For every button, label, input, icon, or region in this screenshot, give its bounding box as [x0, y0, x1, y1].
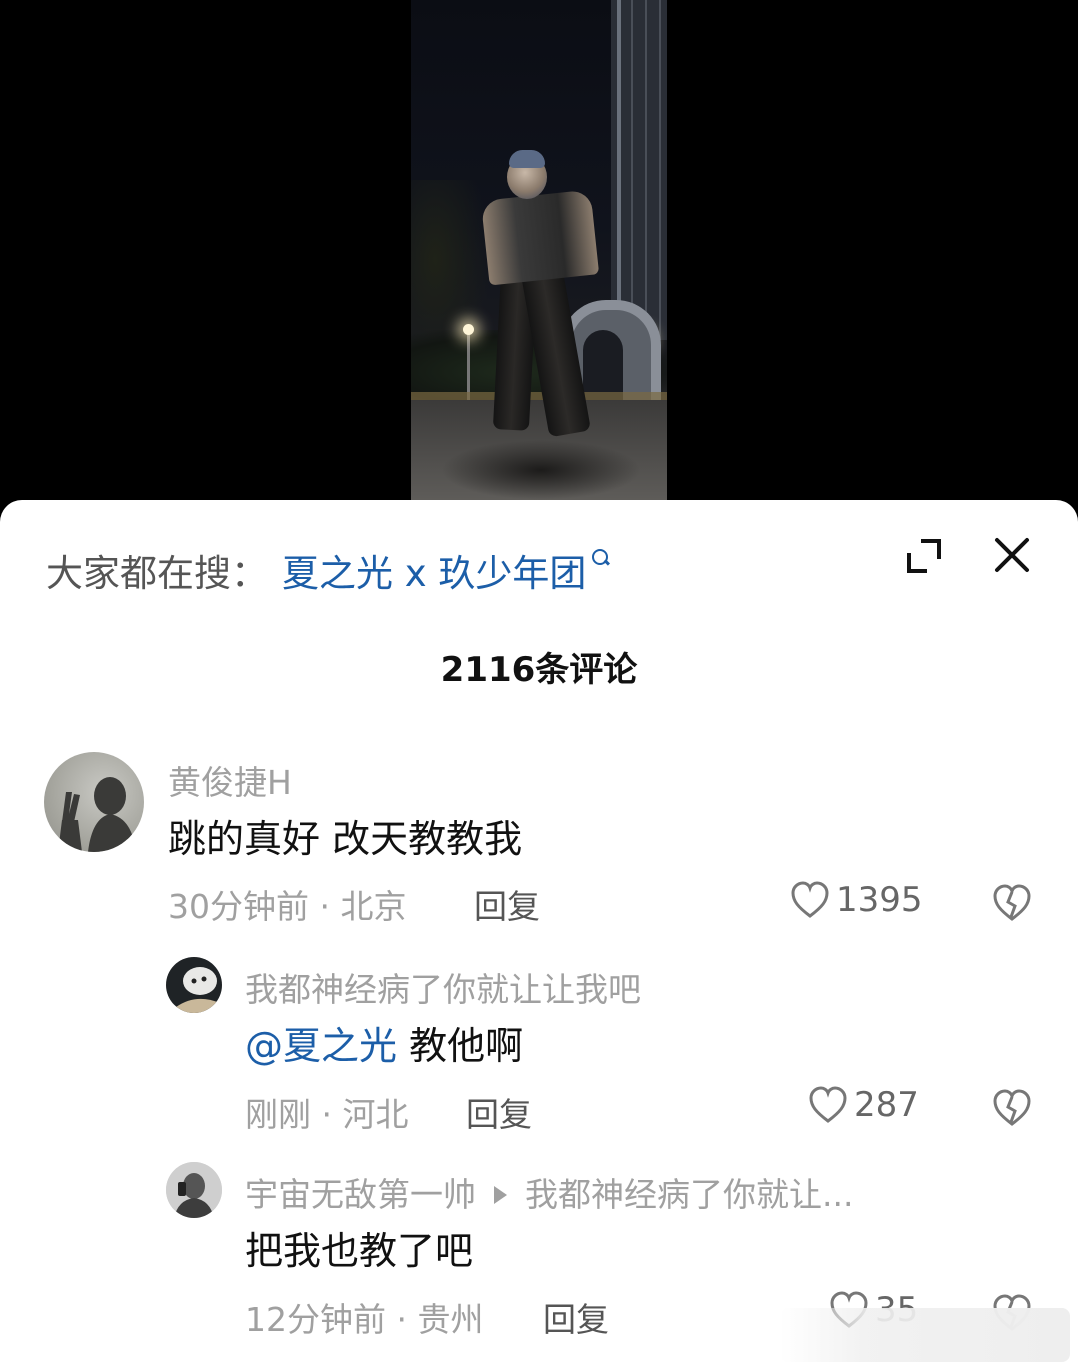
video-player[interactable] [0, 0, 1078, 520]
heart-icon [791, 881, 829, 918]
dancer-hair [509, 150, 545, 168]
dislike-button[interactable] [992, 1089, 1032, 1131]
expand-icon[interactable] [905, 537, 943, 575]
comment-username-line: 宇宙无敌第一帅 我都神经病了你就让... [245, 1168, 853, 1216]
video-ground-stripe [411, 392, 667, 400]
heart-icon [809, 1086, 847, 1123]
avatar[interactable] [166, 1162, 222, 1218]
dancer-body [480, 189, 600, 286]
video-streetlamp [463, 324, 474, 400]
video-shadow [441, 440, 641, 500]
avatar[interactable] [166, 957, 222, 1013]
reply-button[interactable]: 回复 [543, 1293, 609, 1341]
comment-text: @夏之光 教他啊 [245, 1015, 523, 1070]
close-icon[interactable] [992, 535, 1032, 575]
comment-text: 把我也教了吧 [245, 1229, 474, 1273]
search-icon [592, 549, 609, 565]
comment-username[interactable]: 宇宙无敌第一帅 [245, 1175, 476, 1214]
comment-username[interactable]: 黄俊捷H [168, 756, 292, 804]
reply-to-username[interactable]: 我都神经病了你就让... [525, 1175, 853, 1214]
like-button[interactable]: 1395 [790, 880, 923, 920]
broken-heart-icon [993, 884, 1031, 921]
dislike-button[interactable] [992, 884, 1032, 926]
mention-link[interactable]: @夏之光 [245, 1024, 397, 1068]
search-suggestion-bar: 大家都在搜： 夏之光 x 玖少年团 [46, 540, 609, 600]
like-count: 287 [854, 1085, 919, 1125]
avatar[interactable] [44, 752, 144, 852]
reply-button[interactable]: 回复 [474, 880, 540, 928]
comment-text: 跳的真好 改天教教我 [168, 817, 523, 861]
comment-time-location: 30分钟前 · 北京 [168, 887, 407, 926]
broken-heart-icon [993, 1089, 1031, 1126]
like-button[interactable]: 287 [808, 1085, 919, 1125]
watermark-overlay [780, 1308, 1070, 1362]
like-count: 1395 [836, 880, 923, 920]
search-suggestion-label: 大家都在搜： [46, 552, 268, 595]
comment-text-body: 教他啊 [397, 1024, 524, 1068]
search-suggestion-link[interactable]: 夏之光 x 玖少年团 [268, 543, 609, 597]
comment-time-location: 12分钟前 · 贵州 [245, 1300, 484, 1339]
video-frame[interactable] [411, 0, 667, 500]
comments-sheet: 大家都在搜： 夏之光 x 玖少年团 2116条评论 黄俊捷H 跳的真好 改天教教… [0, 500, 1078, 1368]
comments-count-title: 2116条评论 [440, 650, 638, 690]
comment-username[interactable]: 我都神经病了你就让让我吧 [245, 963, 641, 1011]
reply-arrow-icon [494, 1185, 507, 1204]
video-building [611, 0, 667, 340]
comment-time-location: 刚刚 · 河北 [245, 1095, 409, 1134]
search-suggestion-term[interactable]: 夏之光 x 玖少年团 [282, 552, 586, 595]
reply-button[interactable]: 回复 [466, 1088, 532, 1136]
